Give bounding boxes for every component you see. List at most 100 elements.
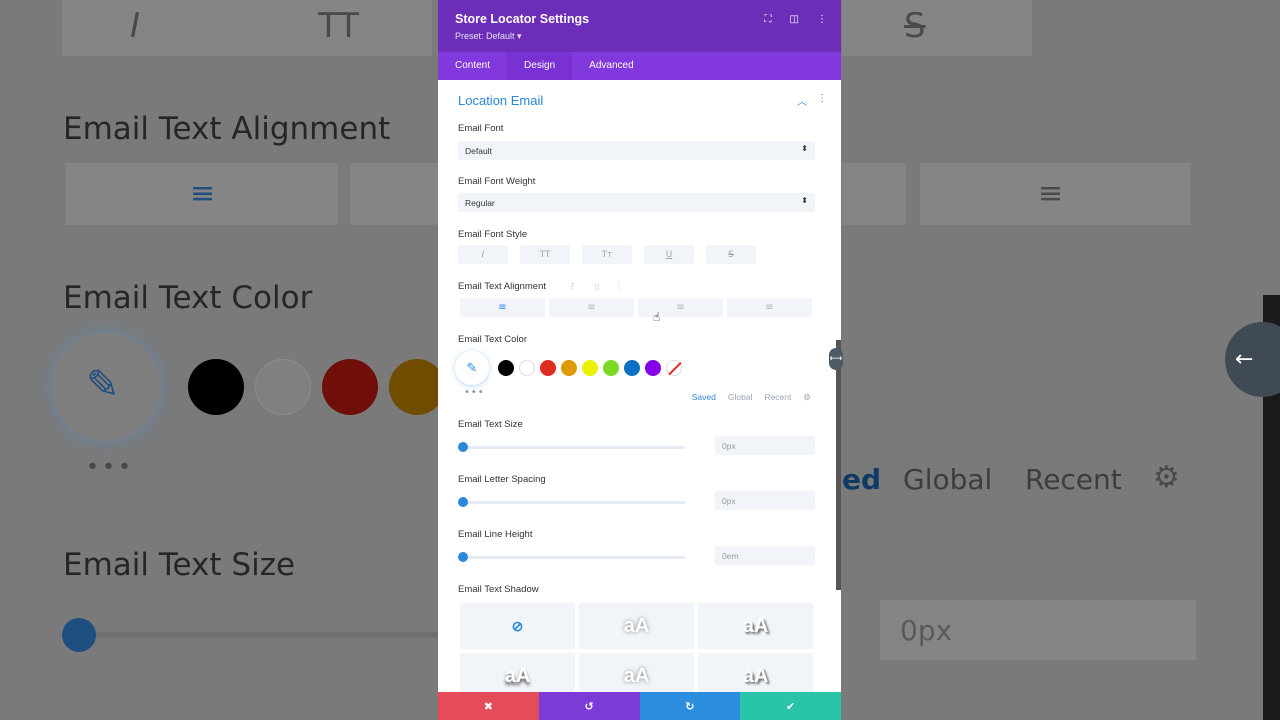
modal-body: Location Email ︿ ⋮ Email Font Default ⬍ … <box>438 80 841 692</box>
email-font-weight-select[interactable]: Regular ⬍ <box>458 193 815 212</box>
recent-tab[interactable]: Recent <box>764 392 791 403</box>
email-text-size-input[interactable]: 0px <box>715 436 815 455</box>
email-text-shadow-label: Email Text Shadow <box>458 584 539 595</box>
email-line-height-input[interactable]: 0em <box>715 546 815 565</box>
collapse-icon[interactable]: ︿ <box>797 93 807 108</box>
responsive-icon[interactable]: ▯ <box>595 282 599 291</box>
more-options-icon[interactable]: ⋮ <box>817 14 827 25</box>
bg-swatch-red <box>322 359 378 415</box>
alignment-buttons: ≡ ≡ ≡ ≡ <box>460 298 812 317</box>
eyedropper-icon: ✎ <box>466 360 478 376</box>
underline-button[interactable]: U <box>644 245 694 264</box>
bg-size-label: Email Text Size <box>63 547 296 583</box>
swatch-purple[interactable] <box>645 360 661 376</box>
tab-design[interactable]: Design <box>507 52 573 80</box>
align-justify-button[interactable]: ≡ <box>727 298 812 317</box>
swatch-white[interactable] <box>519 360 535 376</box>
email-font-label: Email Font <box>458 123 504 134</box>
help-icon[interactable]: ? <box>570 282 574 291</box>
tab-content[interactable]: Content <box>438 52 507 80</box>
bg-swatch-white <box>255 359 311 415</box>
shadow-preset-1[interactable]: aA <box>579 603 694 649</box>
align-left-icon: ≡ <box>498 302 507 313</box>
bg-swatch-orange <box>389 359 445 415</box>
email-font-weight-value: Regular <box>465 198 495 208</box>
no-shadow-option[interactable]: ⊘ <box>460 603 575 649</box>
slider-knob[interactable] <box>458 497 468 507</box>
swatch-orange[interactable] <box>561 360 577 376</box>
section-header[interactable]: Location Email ︿ ⋮ <box>458 93 827 108</box>
align-right-button[interactable]: ≡ <box>638 298 723 317</box>
palette-settings-icon[interactable]: ⚙ <box>803 392 811 403</box>
swatch-blue[interactable] <box>624 360 640 376</box>
bg-recent-tab: Recent <box>1025 463 1122 496</box>
bg-more-icon: ••• <box>86 455 134 480</box>
select-arrows-icon: ⬍ <box>801 196 808 205</box>
tab-advanced[interactable]: Advanced <box>572 52 650 80</box>
modal-header: Store Locator Settings Preset: Default ▾… <box>438 0 841 52</box>
capitalize-button[interactable]: Tт <box>582 245 632 264</box>
bg-saved-tab: ed <box>842 463 882 496</box>
text-shadow-presets: ⊘ aA aA aA aA aA <box>460 603 813 692</box>
bg-slider-track <box>63 632 438 638</box>
undo-button[interactable]: ↺ <box>538 692 640 720</box>
strikethrough-button[interactable]: S <box>706 245 756 264</box>
global-tab[interactable]: Global <box>728 392 753 403</box>
modal-scrollbar[interactable] <box>836 340 841 590</box>
bg-color-label: Email Text Color <box>63 280 313 316</box>
swatch-red[interactable] <box>540 360 556 376</box>
email-font-select[interactable]: Default ⬍ <box>458 141 815 160</box>
bg-font-style-row <box>62 0 432 56</box>
italic-button[interactable]: I <box>458 245 508 264</box>
email-letter-spacing-input[interactable]: 0px <box>715 491 815 510</box>
redo-button[interactable]: ↻ <box>639 692 741 720</box>
bg-strike-icon: S <box>904 6 926 46</box>
bg-size-value: 0px <box>900 614 953 647</box>
more-colors-icon[interactable]: ••• <box>464 387 485 398</box>
shadow-preset-4[interactable]: aA <box>579 653 694 692</box>
align-justify-icon: ≡ <box>765 302 774 313</box>
section-menu-icon[interactable]: ⋮ <box>817 93 827 108</box>
saved-tab[interactable]: Saved <box>692 392 716 403</box>
shadow-preset-2[interactable]: aA <box>698 603 813 649</box>
bg-alignment-label: Email Text Alignment <box>63 111 391 147</box>
field-menu-icon[interactable]: ⋮ <box>615 282 623 291</box>
resize-handle-icon[interactable]: ⟷ <box>829 348 843 370</box>
slider-knob[interactable] <box>458 552 468 562</box>
swatch-green[interactable] <box>603 360 619 376</box>
section-title: Location Email <box>458 93 544 108</box>
align-center-button[interactable]: ≡ <box>549 298 634 317</box>
check-icon: ✔ <box>786 699 796 713</box>
swatch-black[interactable] <box>498 360 514 376</box>
fullscreen-icon[interactable]: ⛶ <box>765 14 772 25</box>
color-picker-button[interactable]: ✎ <box>455 351 489 385</box>
align-left-button[interactable]: ≡ <box>460 298 545 317</box>
no-color-swatch[interactable] <box>666 360 682 376</box>
bg-align-justify-icon: ≡ <box>1038 176 1064 211</box>
shadow-preset-5[interactable]: aA <box>698 653 813 692</box>
color-palette-tabs: Saved Global Recent ⚙ <box>692 392 811 403</box>
email-text-size-label: Email Text Size <box>458 419 523 430</box>
shadow-preset-3[interactable]: aA <box>460 653 575 692</box>
split-view-icon[interactable]: ◫ <box>790 14 799 25</box>
preset-dropdown[interactable]: Preset: Default ▾ <box>455 31 841 42</box>
email-font-style-label: Email Font Style <box>458 229 528 240</box>
swatch-yellow[interactable] <box>582 360 598 376</box>
uppercase-button[interactable]: TT <box>520 245 570 264</box>
bg-uppercase-icon: TT <box>318 6 359 46</box>
email-text-size-slider[interactable] <box>458 442 685 452</box>
email-letter-spacing-slider[interactable] <box>458 497 685 507</box>
slider-knob[interactable] <box>458 442 468 452</box>
email-line-height-slider[interactable] <box>458 552 685 562</box>
close-icon: ✖ <box>483 699 493 713</box>
email-letter-spacing-label: Email Letter Spacing <box>458 474 546 485</box>
email-text-alignment-label: Email Text Alignment <box>458 281 547 292</box>
font-style-buttons: I TT Tт U S <box>458 245 756 264</box>
discard-button[interactable]: ✖ <box>438 692 539 720</box>
save-button[interactable]: ✔ <box>740 692 841 720</box>
bg-align-right <box>842 163 906 225</box>
bg-global-tab: Global <box>903 463 993 496</box>
align-right-icon: ≡ <box>676 302 685 313</box>
no-shadow-icon: ⊘ <box>511 617 524 634</box>
settings-modal: Store Locator Settings Preset: Default ▾… <box>438 0 841 720</box>
